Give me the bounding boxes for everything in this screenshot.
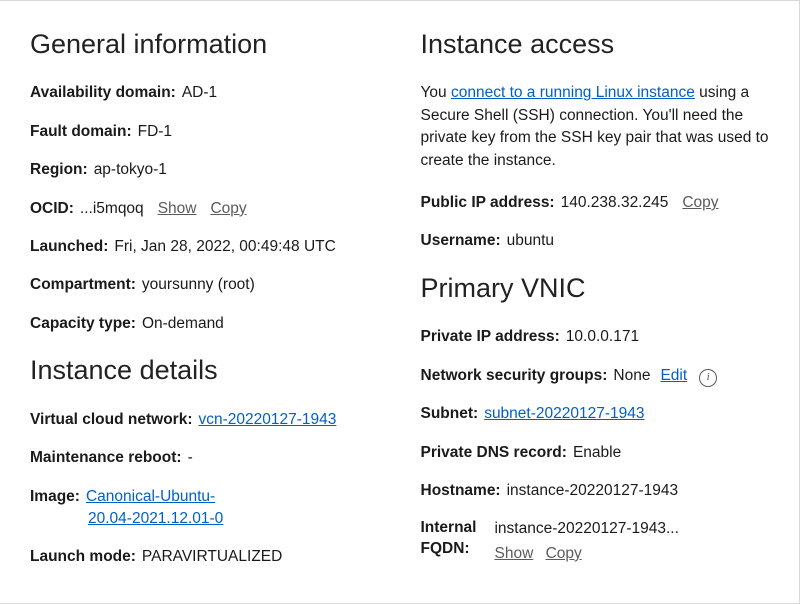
value-launched: Fri, Jan 28, 2022, 00:49:48 UTC (114, 236, 335, 258)
label-launch-mode: Launch mode: (30, 546, 136, 568)
value-ocid: ...i5mqoq (80, 198, 144, 220)
field-launch-mode: Launch mode: PARAVIRTUALIZED (30, 546, 401, 568)
value-region: ap-tokyo-1 (94, 159, 167, 181)
info-icon[interactable]: i (699, 369, 717, 387)
fqdn-show-action[interactable]: Show (494, 545, 533, 562)
field-username: Username: ubuntu (421, 230, 792, 252)
field-capacity-type: Capacity type: On-demand (30, 313, 401, 335)
field-private-dns: Private DNS record: Enable (421, 442, 792, 464)
link-vcn[interactable]: vcn-20220127-1943 (199, 409, 337, 431)
label-compartment: Compartment: (30, 274, 136, 296)
field-nsg: Network security groups: None Edit i (421, 365, 792, 387)
label-username: Username: (421, 230, 501, 252)
field-fault-domain: Fault domain: FD-1 (30, 121, 401, 143)
access-description: You connect to a running Linux instance … (421, 82, 792, 172)
field-image: Image: Canonical-Ubuntu- 20.04-2021.12.0… (30, 486, 401, 531)
label-capacity-type: Capacity type: (30, 313, 136, 335)
field-availability-domain: Availability domain: AD-1 (30, 82, 401, 104)
field-subnet: Subnet: subnet-20220127-1943 (421, 403, 792, 425)
field-ocid: OCID: ...i5mqoq Show Copy (30, 198, 401, 220)
label-internal-fqdn-l2: FQDN: (421, 539, 477, 560)
label-private-ip: Private IP address: (421, 326, 560, 348)
right-column: Instance access You connect to a running… (421, 15, 792, 585)
field-public-ip: Public IP address: 140.238.32.245 Copy (421, 192, 792, 214)
label-subnet: Subnet: (421, 403, 479, 425)
field-vcn: Virtual cloud network: vcn-20220127-1943 (30, 409, 401, 431)
field-maintenance-reboot: Maintenance reboot: - (30, 447, 401, 469)
field-hostname: Hostname: instance-20220127-1943 (421, 480, 792, 502)
label-maintenance-reboot: Maintenance reboot: (30, 447, 182, 469)
field-compartment: Compartment: yoursunny (root) (30, 274, 401, 296)
link-image-line1[interactable]: Canonical-Ubuntu- (86, 486, 215, 508)
heading-general-information: General information (30, 25, 401, 64)
value-maintenance-reboot: - (188, 447, 193, 469)
link-image-line2[interactable]: 20.04-2021.12.01-0 (88, 508, 401, 530)
label-internal-fqdn: Internal FQDN: (421, 518, 477, 560)
label-nsg: Network security groups: (421, 365, 608, 387)
fqdn-copy-action[interactable]: Copy (546, 545, 582, 562)
value-private-dns: Enable (573, 442, 621, 464)
link-connect-instance[interactable]: connect to a running Linux instance (451, 84, 695, 101)
label-image: Image: (30, 486, 80, 508)
label-launched: Launched: (30, 236, 108, 258)
value-username: ubuntu (507, 230, 554, 252)
value-launch-mode: PARAVIRTUALIZED (142, 546, 282, 568)
left-column: General information Availability domain:… (30, 15, 401, 585)
label-private-dns: Private DNS record: (421, 442, 567, 464)
value-compartment: yoursunny (root) (142, 274, 255, 296)
ocid-show-action[interactable]: Show (158, 198, 197, 220)
link-nsg-edit[interactable]: Edit (660, 365, 687, 387)
label-availability-domain: Availability domain: (30, 82, 176, 104)
heading-instance-access: Instance access (421, 25, 792, 64)
field-private-ip: Private IP address: 10.0.0.171 (421, 326, 792, 348)
heading-instance-details: Instance details (30, 351, 401, 390)
label-hostname: Hostname: (421, 480, 501, 502)
public-ip-copy-action[interactable]: Copy (682, 192, 718, 214)
value-availability-domain: AD-1 (182, 82, 217, 104)
instance-info-panel: General information Availability domain:… (0, 0, 800, 604)
link-subnet[interactable]: subnet-20220127-1943 (484, 403, 644, 425)
field-internal-fqdn: Internal FQDN: instance-20220127-1943...… (421, 518, 792, 565)
label-fault-domain: Fault domain: (30, 121, 132, 143)
value-internal-fqdn: instance-20220127-1943... (494, 518, 791, 540)
value-fault-domain: FD-1 (138, 121, 172, 143)
label-internal-fqdn-l1: Internal (421, 518, 477, 539)
heading-primary-vnic: Primary VNIC (421, 269, 792, 308)
value-private-ip: 10.0.0.171 (566, 326, 639, 348)
field-region: Region: ap-tokyo-1 (30, 159, 401, 181)
label-vcn: Virtual cloud network: (30, 409, 193, 431)
value-hostname: instance-20220127-1943 (507, 480, 679, 502)
access-text-pre: You (421, 84, 451, 101)
ocid-copy-action[interactable]: Copy (210, 198, 246, 220)
field-launched: Launched: Fri, Jan 28, 2022, 00:49:48 UT… (30, 236, 401, 258)
label-ocid: OCID: (30, 198, 74, 220)
label-public-ip: Public IP address: (421, 192, 555, 214)
value-public-ip: 140.238.32.245 (561, 192, 669, 214)
value-nsg: None (613, 365, 650, 387)
label-region: Region: (30, 159, 88, 181)
value-capacity-type: On-demand (142, 313, 224, 335)
